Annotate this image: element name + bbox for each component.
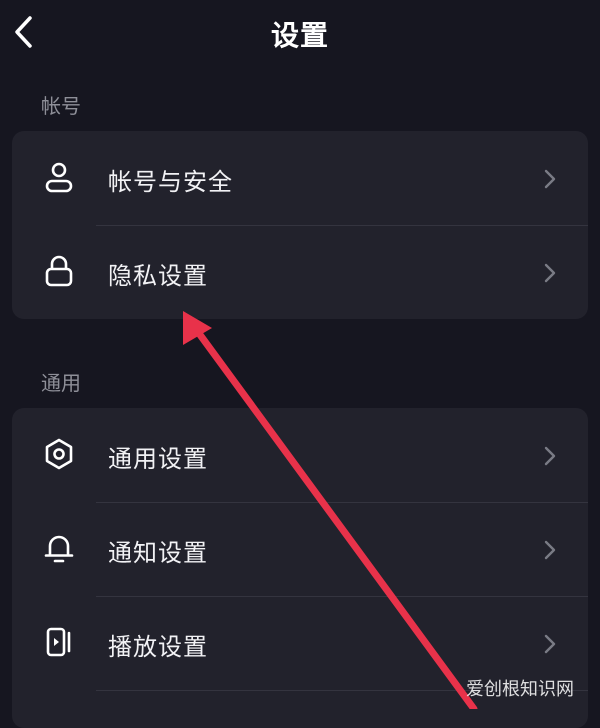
- page-title: 设置: [270, 19, 329, 52]
- watermark: 爱创根知识网: [466, 679, 574, 700]
- row-label: 播放设置: [108, 633, 208, 661]
- account-card: 帐号与安全 隐私设置: [12, 131, 588, 319]
- row-general-settings[interactable]: 通用设置: [12, 408, 588, 502]
- section-label-account: 帐号: [41, 94, 81, 118]
- chevron-right-icon: [544, 169, 556, 189]
- header: 设置: [0, 0, 600, 70]
- row-label: 通知设置: [108, 539, 208, 567]
- person-icon: [45, 162, 73, 193]
- row-label: 隐私设置: [108, 262, 208, 290]
- row-privacy-settings[interactable]: 隐私设置: [12, 225, 588, 319]
- lock-icon: [45, 255, 73, 287]
- section-label-general: 通用: [41, 371, 81, 395]
- chevron-right-icon: [544, 540, 556, 560]
- gear-icon: [45, 438, 73, 470]
- row-label: 帐号与安全: [108, 168, 233, 196]
- play-device-icon: [46, 627, 71, 657]
- row-label: 通用设置: [108, 445, 208, 473]
- chevron-right-icon: [544, 634, 556, 654]
- bell-icon: [44, 535, 74, 563]
- chevron-right-icon: [544, 263, 556, 283]
- chevron-right-icon: [544, 446, 556, 466]
- row-notification-settings[interactable]: 通知设置: [12, 502, 588, 596]
- row-account-security[interactable]: 帐号与安全: [12, 131, 588, 225]
